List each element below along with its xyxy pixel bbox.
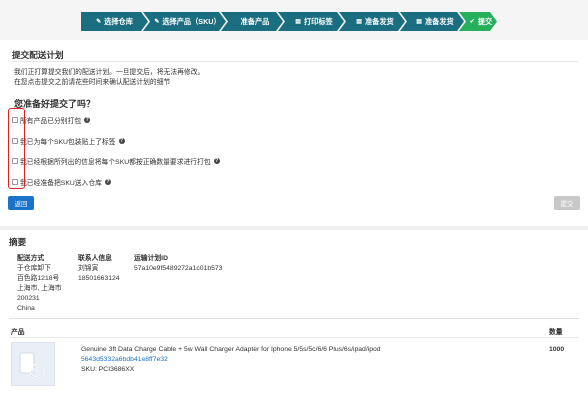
checkbox-label: 我已经根据所列出的信息将每个SKU都按正确数量要求进行打包 — [20, 159, 211, 166]
divider — [9, 318, 579, 319]
help-icon[interactable]: ? — [104, 179, 111, 185]
contact-phone: 18501663124 — [78, 275, 120, 282]
product-name: Genuine 3ft Data Charge Cable + 5w Wall … — [81, 346, 381, 353]
address-line: 于仓库卸下 — [17, 265, 51, 272]
divider — [12, 61, 578, 62]
edit-icon: ✎ — [154, 19, 160, 25]
checkbox-label: 我已为每个SKU包装贴上了标签 — [20, 139, 116, 146]
product-image — [11, 342, 55, 386]
checklist-item[interactable]: 我已经准备把SKU送入仓库 ? — [12, 177, 111, 187]
step-submit[interactable]: ✔ 提交 — [459, 12, 497, 31]
address-line: 百色路1218号 — [17, 275, 60, 282]
back-button[interactable]: 返回 — [8, 196, 34, 210]
section-title: 提交配送计划 — [12, 50, 64, 60]
section-separator — [0, 226, 588, 230]
edit-icon: ✎ — [96, 19, 102, 25]
divider — [9, 337, 579, 338]
ship-method-column: 配送方式 于仓库卸下 百色路1218号 上海市, 上海市 200231 Chin… — [17, 254, 62, 314]
step-select-products[interactable]: ✎ 选择产品（SKU） — [143, 12, 226, 31]
step-prepare-shipment-1[interactable]: ▤ 准备发货 — [339, 12, 405, 31]
highlight-box — [8, 108, 25, 189]
plan-id-value: 57a10e9f5489272a1c01b573 — [134, 265, 223, 272]
summary-title: 摘要 — [9, 237, 27, 247]
step-label: 提交 — [477, 16, 493, 26]
step-print-labels[interactable]: ▤ 打印标签 — [278, 12, 344, 31]
product-id-link[interactable]: 5643d5332a6bdb41e8ff7e32 — [81, 356, 168, 363]
contact-column: 联系人信息 刘锦寅 18501663124 — [78, 254, 120, 284]
address-line: China — [17, 305, 35, 312]
progress-steps: ✎ 选择仓库 ✎ 选择产品（SKU） 准备产品 ▤ 打印标签 ▤ 准备发货 ▤ … — [81, 12, 492, 31]
address-line: 上海市, 上海市 — [17, 285, 62, 292]
ready-title: 您准备好提交了吗？ — [14, 99, 96, 109]
step-label: 打印标签 — [303, 16, 333, 26]
plan-id-column: 运输计划ID 57a10e9f5489272a1c01b573 — [134, 254, 222, 274]
check-icon: ✔ — [469, 19, 475, 25]
box-icon: ▤ — [416, 19, 422, 25]
checklist-item[interactable]: 我已为每个SKU包装贴上了标签 ? — [12, 136, 125, 146]
submit-button[interactable]: 提交 — [554, 196, 580, 210]
step-label: 准备发货 — [424, 16, 454, 26]
label-icon: ▤ — [295, 19, 301, 25]
step-select-warehouse[interactable]: ✎ 选择仓库 — [81, 12, 148, 31]
help-icon[interactable]: ? — [213, 158, 220, 164]
plan-description-2: 在您点击提交之前请花些时间来确认配送计划的细节 — [14, 79, 171, 86]
step-label: 选择仓库 — [104, 16, 133, 26]
step-label: 选择产品（SKU） — [162, 16, 221, 26]
checkbox-label: 所有产品已分别打包 — [20, 118, 82, 125]
address-line: 200231 — [17, 295, 40, 302]
contact-label: 联系人信息 — [78, 255, 112, 262]
column-header-quantity: 数量 — [549, 329, 563, 336]
contact-name: 刘锦寅 — [78, 265, 99, 272]
plan-description-1: 我们正打算提交我们的配送计划。一旦提交后，将无法再修改。 — [14, 69, 205, 76]
checklist-item[interactable]: 我已经根据所列出的信息将每个SKU都按正确数量要求进行打包 ? — [12, 156, 220, 166]
wizard-header: ✎ 选择仓库 ✎ 选择产品（SKU） 准备产品 ▤ 打印标签 ▤ 准备发货 ▤ … — [0, 0, 588, 40]
step-prepare-products[interactable]: 准备产品 — [221, 12, 283, 31]
column-header-product: 产品 — [11, 329, 25, 336]
product-sku: SKU: PCI3686XX — [81, 366, 135, 373]
plan-id-label: 运输计划ID — [134, 255, 168, 262]
box-icon: ▤ — [356, 19, 362, 25]
step-label: 准备发货 — [364, 16, 394, 26]
checkbox-label: 我已经准备把SKU送入仓库 — [20, 180, 102, 187]
submit-plan-panel: 提交配送计划 我们正打算提交我们的配送计划。一旦提交后，将无法再修改。 在您点击… — [0, 40, 588, 226]
step-label: 准备产品 — [240, 16, 270, 26]
help-icon[interactable]: ? — [84, 117, 91, 123]
help-icon[interactable]: ? — [118, 138, 125, 144]
ship-method-label: 配送方式 — [17, 255, 45, 262]
step-prepare-shipment-2[interactable]: ▤ 准备发货 — [400, 12, 464, 31]
product-quantity: 1000 — [549, 346, 565, 353]
